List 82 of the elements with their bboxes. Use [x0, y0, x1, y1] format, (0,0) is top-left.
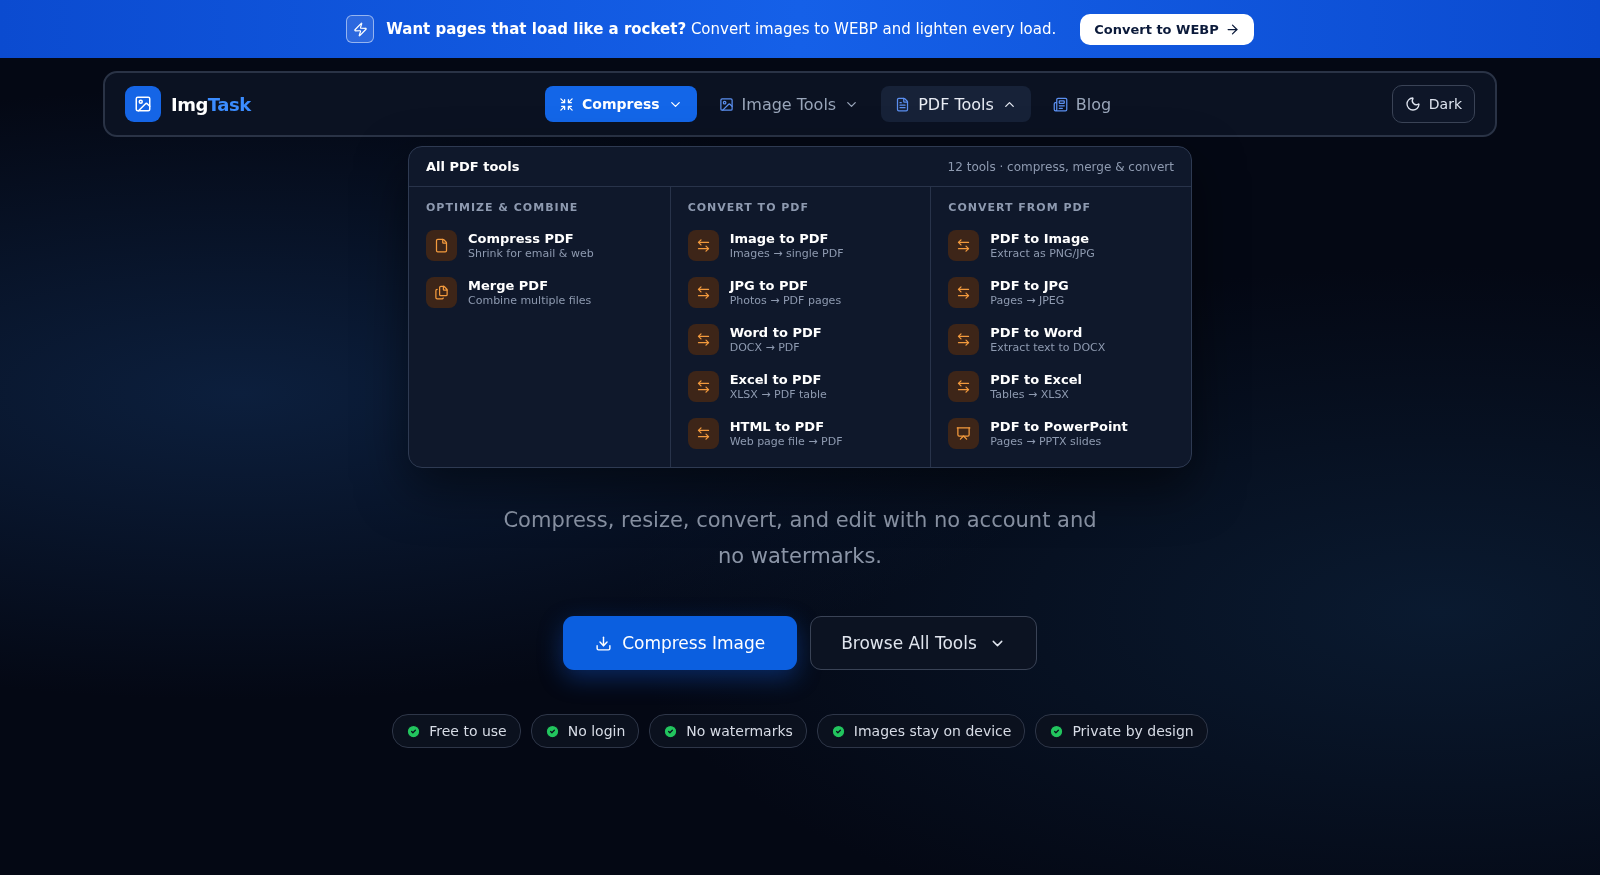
- shrink-icon: [559, 96, 574, 112]
- feature-chip: No login: [530, 714, 640, 748]
- feature-chip: Private by design: [1035, 714, 1208, 748]
- menu-title[interactable]: All PDF tools: [426, 159, 520, 174]
- check-circle-icon: [406, 723, 422, 739]
- tool-link[interactable]: Compress PDF Shrink for email & web: [426, 230, 658, 261]
- newspaper-icon: [1052, 96, 1068, 112]
- tool-link[interactable]: HTML to PDF Web page file → PDF: [687, 418, 919, 449]
- tool-title: Merge PDF: [468, 277, 549, 294]
- check-circle-icon: [663, 723, 679, 739]
- tool-description: Photos → PDF pages: [729, 293, 842, 308]
- nav-menu-item[interactable]: Image Tools: [704, 86, 874, 122]
- column-heading: CONVERT FROM PDF: [948, 201, 1093, 214]
- tool-title: Excel to PDF: [729, 371, 823, 388]
- tool-link[interactable]: PDF to JPG Pages → JPEG: [948, 277, 1179, 308]
- feature-chip: Images stay on device: [816, 714, 1026, 748]
- tool-title: PDF to Image: [990, 230, 1090, 247]
- tool-description: Pages → PPTX slides: [990, 434, 1103, 449]
- lightning-icon: [346, 15, 375, 43]
- hero-subtitle: Compress, resize, convert, and edit with no account and no watermarks.: [502, 507, 1098, 570]
- tool-link[interactable]: PDF to PowerPoint Pages → PPTX slides: [948, 418, 1179, 449]
- tool-description: Tables → XLSX: [990, 387, 1070, 402]
- swap-arrows-icon: [956, 238, 972, 253]
- check-circle-icon: [544, 723, 560, 739]
- tool-title: PDF to JPG: [990, 277, 1069, 294]
- tool-title: Image to PDF: [729, 230, 830, 247]
- promo-text: Want pages that load like a rocket? Convert images to WEBP and lighten every load.: [386, 20, 1057, 38]
- tool-description: Extract as PNG/JPG: [990, 246, 1095, 261]
- column-heading: OPTIMIZE & COMBINE: [426, 201, 580, 214]
- nav-menu-item[interactable]: Blog: [1038, 86, 1126, 122]
- document-icon: [895, 96, 911, 112]
- tool-description: XLSX → PDF table: [729, 387, 827, 402]
- swap-arrows-icon: [956, 285, 972, 300]
- nav-menu-item[interactable]: PDF Tools: [881, 86, 1031, 122]
- swap-arrows-icon: [695, 238, 711, 253]
- tool-description: Combine multiple files: [468, 293, 592, 308]
- swap-arrows-icon: [695, 379, 711, 394]
- logo-icon: [125, 86, 161, 122]
- document-icon: [434, 238, 449, 253]
- tool-link[interactable]: PDF to Word Extract text to DOCX: [948, 324, 1179, 355]
- files-icon: [434, 285, 449, 300]
- tool-link[interactable]: Image to PDF Images → single PDF: [687, 230, 919, 261]
- tool-title: JPG to PDF: [729, 277, 810, 294]
- feature-chip: No watermarks: [649, 714, 807, 748]
- tool-link[interactable]: PDF to Excel Tables → XLSX: [948, 371, 1179, 402]
- swap-arrows-icon: [695, 426, 711, 441]
- tool-title: PDF to Word: [990, 324, 1084, 341]
- tool-link[interactable]: JPG to PDF Photos → PDF pages: [687, 277, 919, 308]
- compress-image-button[interactable]: Compress Image: [563, 616, 798, 670]
- download-icon: [595, 634, 613, 652]
- tool-description: Images → single PDF: [729, 246, 844, 261]
- menu-summary: 12 tools · compress, merge & convert: [947, 159, 1174, 174]
- column-heading: CONVERT TO PDF: [687, 201, 810, 214]
- tool-link[interactable]: Merge PDF Combine multiple files: [426, 277, 658, 308]
- tool-title: Word to PDF: [729, 324, 822, 341]
- tool-description: DOCX → PDF: [729, 340, 801, 355]
- browse-tools-button[interactable]: Browse All Tools: [810, 616, 1037, 670]
- tool-link[interactable]: PDF to Image Extract as PNG/JPG: [948, 230, 1179, 261]
- nav-menu-item[interactable]: Compress: [545, 86, 697, 122]
- tool-link[interactable]: Word to PDF DOCX → PDF: [687, 324, 919, 355]
- check-circle-icon: [830, 723, 846, 739]
- logo-text[interactable]: ImgTask: [171, 93, 251, 115]
- tool-description: Pages → JPEG: [990, 293, 1066, 308]
- swap-arrows-icon: [956, 379, 972, 394]
- tool-title: PDF to PowerPoint: [990, 418, 1128, 435]
- feature-chip: Free to use: [392, 714, 521, 748]
- presentation-icon: [956, 426, 972, 441]
- convert-button[interactable]: Convert to WEBP: [1080, 13, 1254, 45]
- tool-description: Shrink for email & web: [468, 246, 594, 261]
- tool-description: Extract text to DOCX: [990, 340, 1106, 355]
- swap-arrows-icon: [695, 285, 711, 300]
- tool-title: HTML to PDF: [729, 418, 826, 435]
- tool-description: Web page file → PDF: [729, 434, 843, 449]
- swap-arrows-icon: [695, 332, 711, 347]
- tool-title: Compress PDF: [468, 230, 575, 247]
- tool-title: PDF to Excel: [990, 371, 1082, 388]
- image-icon: [718, 96, 734, 112]
- tool-link[interactable]: Excel to PDF XLSX → PDF table: [687, 371, 919, 402]
- moon-icon: [1404, 96, 1421, 112]
- check-circle-icon: [1049, 723, 1065, 739]
- swap-arrows-icon: [956, 332, 972, 347]
- theme-toggle-button[interactable]: Dark: [1391, 85, 1475, 123]
